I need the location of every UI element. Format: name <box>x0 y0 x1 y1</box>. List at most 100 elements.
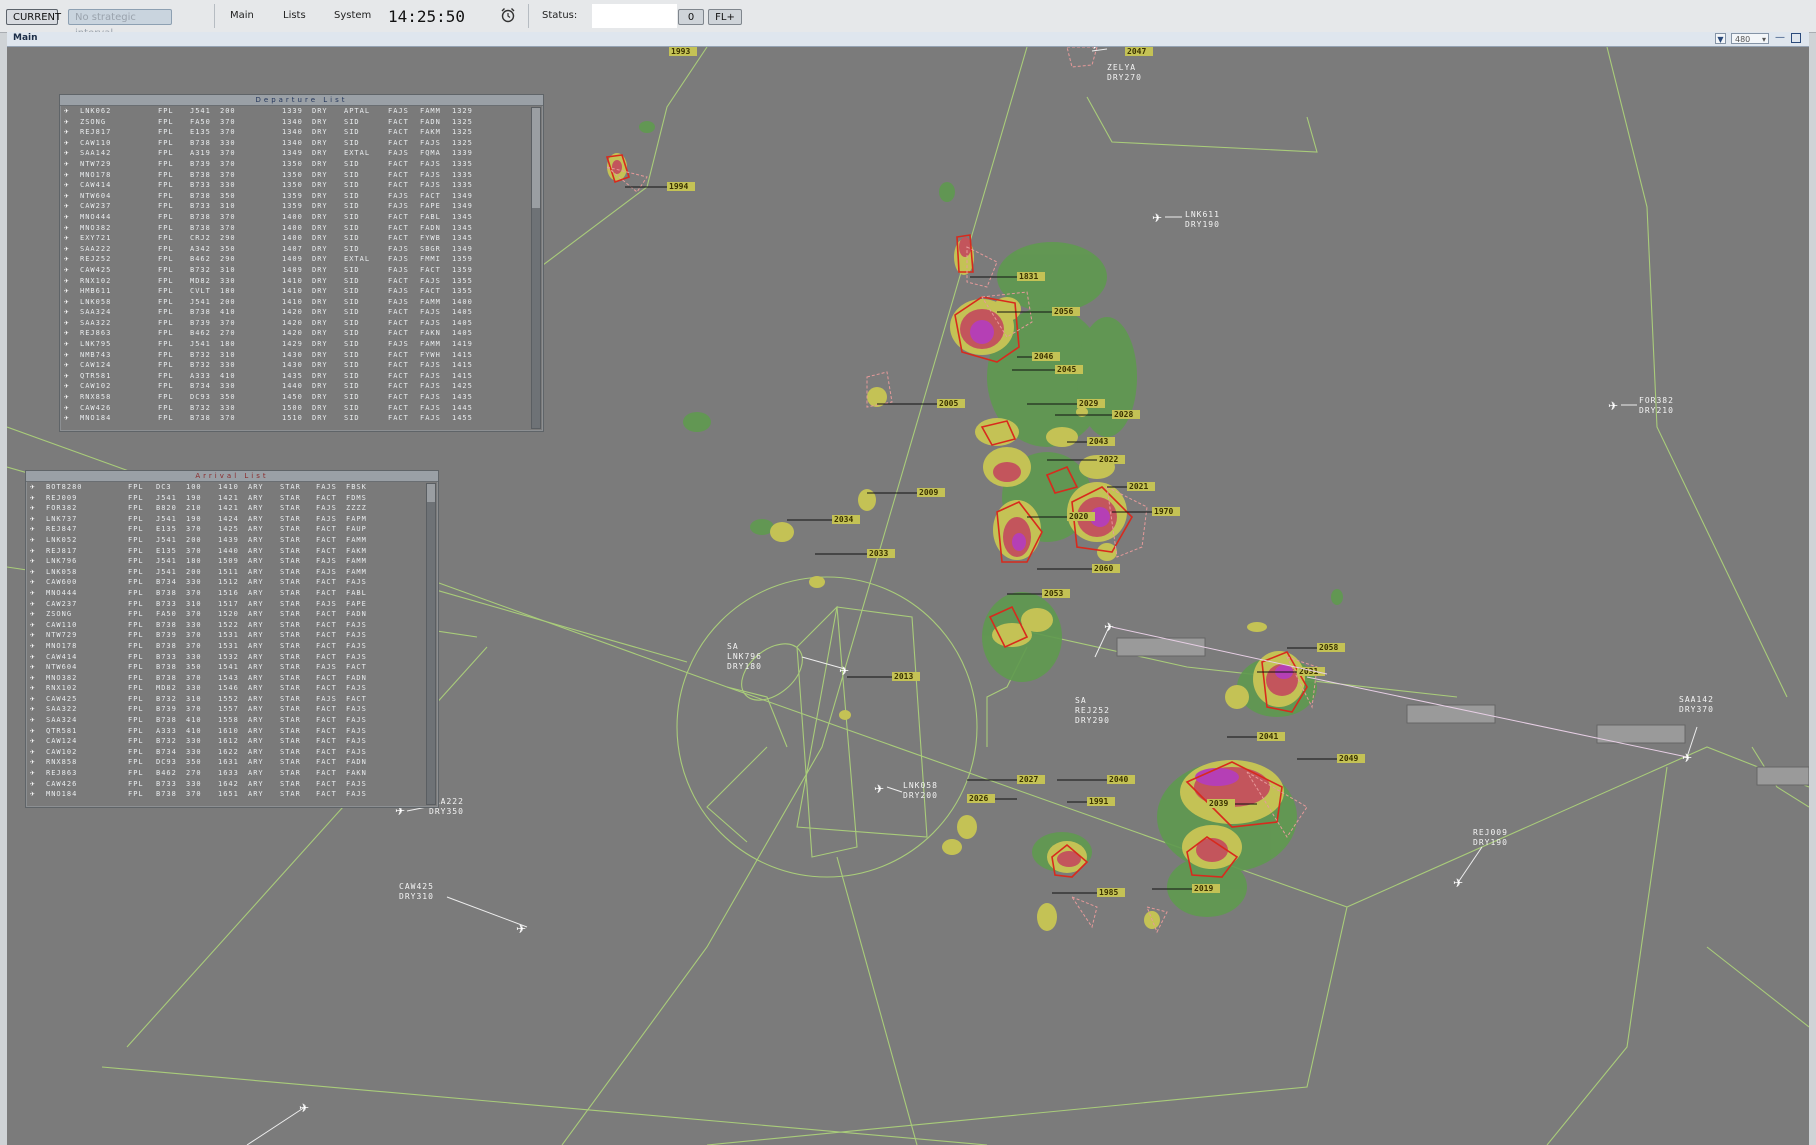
list-row[interactable]: ✈ HMB611 FPL CVLT 180 1410 DRY SID FAJS FACT 1355 <box>60 286 543 297</box>
list-row[interactable]: ✈ REJ863 FPL B462 270 1633 ARY STAR FACT FAKN <box>26 768 438 779</box>
list-row[interactable]: ✈ CAW414 FPL B733 330 1350 DRY SID FACT FAJS 1335 <box>60 180 543 191</box>
list-row[interactable]: ✈ CAW110 FPL B738 330 1522 ARY STAR FACT FAJS <box>26 620 438 631</box>
list-row[interactable]: ✈ REJ009 FPL J541 190 1421 ARY STAR FACT FDMS <box>26 493 438 504</box>
arrival-list-scrollbar[interactable] <box>426 483 436 805</box>
list-row[interactable]: ✈ CAW426 FPL B733 330 1642 ARY STAR FACT FAJS <box>26 779 438 790</box>
list-row[interactable]: ✈ MNO184 FPL B738 370 1651 ARY STAR FACT FAJS <box>26 789 438 800</box>
menu-lists[interactable]: Lists <box>283 10 306 21</box>
list-cell: FPL <box>158 318 174 327</box>
list-row[interactable]: ✈ SAA324 FPL B738 410 1558 ARY STAR FACT FAJS <box>26 715 438 726</box>
list-row[interactable]: ✈ QTR581 FPL A333 410 1610 ARY STAR FACT FAJS <box>26 726 438 737</box>
list-cell: REJ009 <box>46 493 78 502</box>
list-cell: ARY <box>248 483 264 491</box>
menu-system[interactable]: System <box>334 10 371 21</box>
list-row[interactable]: ✈ CAW425 FPL B732 310 1552 ARY STAR FAJS FACT <box>26 694 438 705</box>
current-button[interactable]: CURRENT <box>6 9 61 25</box>
main-window-titlebar[interactable]: Main ▼ 480 ▾ — <box>7 32 1809 47</box>
counter-button[interactable]: 0 <box>678 9 704 25</box>
list-row[interactable]: ✈ RNX858 FPL DC93 350 1450 DRY SID FACT FAJS 1435 <box>60 392 543 403</box>
list-cell: B738 <box>190 414 211 423</box>
list-row[interactable]: ✈ CAW426 FPL B732 330 1500 DRY SID FACT FAJS 1445 <box>60 403 543 414</box>
list-row[interactable]: ✈ MNO184 FPL B738 370 1510 DRY SID FACT FAJS 1455 <box>60 413 543 424</box>
list-row[interactable]: ✈ SAA322 FPL B739 370 1557 ARY STAR FACT FAJS <box>26 704 438 715</box>
list-cell: CAW600 <box>46 578 78 587</box>
list-row[interactable]: ✈ SAA322 FPL B739 370 1420 DRY SID FACT FAJS 1405 <box>60 318 543 329</box>
list-row[interactable]: ✈ MNO178 FPL B738 370 1350 DRY SID FACT FAJS 1335 <box>60 170 543 181</box>
departure-list-scrollbar[interactable] <box>531 107 541 429</box>
list-row[interactable]: ✈ CAW600 FPL B734 330 1512 ARY STAR FACT FAJS <box>26 577 438 588</box>
list-row[interactable]: ✈ CAW102 FPL B734 330 1622 ARY STAR FACT FAJS <box>26 747 438 758</box>
list-row[interactable]: ✈ LNK737 FPL J541 190 1424 ARY STAR FAJS FAPM <box>26 514 438 525</box>
scrollbar-thumb[interactable] <box>427 484 435 502</box>
list-row[interactable]: ✈ CAW237 FPL B733 310 1517 ARY STAR FAJS FAPE <box>26 599 438 610</box>
list-row[interactable]: ✈ LNK058 FPL J541 200 1511 ARY STAR FAJS FAMM <box>26 567 438 578</box>
list-row[interactable]: ✈ REJ252 FPL B462 290 1409 DRY EXTAL FAJS FMMI 135… <box>60 254 543 265</box>
list-row[interactable]: ✈ MNO444 FPL B738 370 1400 DRY SID FACT FABL 1345 <box>60 212 543 223</box>
list-row[interactable]: ✈ EXY721 FPL CRJ2 290 1400 DRY SID FACT FYWB 1345 <box>60 233 543 244</box>
list-row[interactable]: ✈ ZSONG FPL FA50 370 1520 ARY STAR FACT FADN <box>26 609 438 620</box>
list-row[interactable]: ✈ NTW604 FPL B738 350 1359 DRY SID FAJS FACT 1349 <box>60 191 543 202</box>
list-row[interactable]: ✈ NTW729 FPL B739 370 1350 DRY SID FACT FAJS 1335 <box>60 159 543 170</box>
svg-text:2049: 2049 <box>1339 754 1358 763</box>
list-row[interactable]: ✈ LNK052 FPL J541 200 1439 ARY STAR FACT FAMM <box>26 535 438 546</box>
arrival-list-panel[interactable]: Arrival List ✈ BOT8280 FPL DC3 100 1410 ARY STA… <box>25 470 439 808</box>
list-row[interactable]: ✈ MNO178 FPL B738 370 1531 ARY STAR FACT FAJS <box>26 641 438 652</box>
list-row[interactable]: ✈ CAW110 FPL B738 330 1340 DRY SID FACT FAJS 1325 <box>60 138 543 149</box>
list-row[interactable]: ✈ NTW729 FPL B739 370 1531 ARY STAR FACT FAJS <box>26 630 438 641</box>
list-row[interactable]: ✈ CAW124 FPL B732 330 1612 ARY STAR FACT FAJS <box>26 736 438 747</box>
list-cell: FACT <box>388 403 409 412</box>
filter-icon[interactable]: ▼ <box>1715 33 1726 44</box>
departure-list-panel[interactable]: Departure List ✈ LNK062 FPL J541 200 1339 DRY A… <box>59 94 544 432</box>
list-row[interactable]: ✈ QTR581 FPL A333 410 1435 DRY SID FACT FAJS 1415 <box>60 371 543 382</box>
scrollbar-thumb[interactable] <box>532 108 540 208</box>
svg-text:CAW425: CAW425 <box>399 882 434 891</box>
list-row[interactable]: ✈ REJ847 FPL E135 370 1425 ARY STAR FACT FAUP <box>26 524 438 535</box>
list-row[interactable]: ✈ MNO382 FPL B738 370 1400 DRY SID FACT FADN 1345 <box>60 223 543 234</box>
list-cell: 1405 <box>452 318 473 327</box>
list-row[interactable]: ✈ CAW124 FPL B732 330 1430 DRY SID FACT FAJS 1415 <box>60 360 543 371</box>
list-row[interactable]: ✈ NTW604 FPL B738 350 1541 ARY STAR FAJS FACT <box>26 662 438 673</box>
list-row[interactable]: ✈ SAA222 FPL A342 350 1407 DRY SID FAJS SBGR 1349 <box>60 244 543 255</box>
minimize-icon[interactable]: — <box>1775 32 1785 43</box>
list-cell: B738 <box>190 308 211 317</box>
list-row[interactable]: ✈ NMB743 FPL B732 310 1430 DRY SID FACT FYWH 1415 <box>60 350 543 361</box>
weather-cell-label: 2034 <box>832 515 860 524</box>
flight-level-filter-button[interactable]: FL+ <box>708 9 742 25</box>
toolbar-divider <box>528 4 529 28</box>
list-cell: FAJS <box>346 790 367 799</box>
list-row[interactable]: ✈ MNO444 FPL B738 370 1516 ARY STAR FACT FABL <box>26 588 438 599</box>
list-row[interactable]: ✈ REJ817 FPL E135 370 1440 ARY STAR FACT FAKM <box>26 546 438 557</box>
restore-icon[interactable] <box>1791 33 1801 43</box>
alarm-clock-icon[interactable] <box>500 7 516 23</box>
list-row[interactable]: ✈ CAW425 FPL B732 310 1409 DRY SID FAJS FACT 1359 <box>60 265 543 276</box>
list-row[interactable]: ✈ REJ863 FPL B462 270 1420 DRY SID FACT FAKN 1405 <box>60 328 543 339</box>
list-row[interactable]: ✈ LNK796 FPL J541 180 1509 ARY STAR FAJS FAMM <box>26 556 438 567</box>
list-row[interactable]: ✈ ZSONG FPL FA50 370 1340 DRY SID FACT FADN 1325 <box>60 117 543 128</box>
list-row[interactable]: ✈ RNX102 FPL MD82 330 1546 ARY STAR FACT FAJS <box>26 683 438 694</box>
list-row[interactable]: ✈ LNK062 FPL J541 200 1339 DRY APTAL FAJS FAMM 132… <box>60 106 543 117</box>
list-cell: B738 <box>156 716 177 725</box>
list-cell: 1557 <box>218 705 239 714</box>
list-row[interactable]: ✈ LNK795 FPL J541 180 1429 DRY SID FAJS FAMM 1419 <box>60 339 543 350</box>
list-row[interactable]: ✈ RNX102 FPL MD82 330 1410 DRY SID FACT FAJS 1355 <box>60 276 543 287</box>
range-select[interactable]: 480 ▾ <box>1731 33 1769 44</box>
svg-text:LNK611: LNK611 <box>1185 210 1220 219</box>
list-row[interactable]: ✈ MNO382 FPL B738 370 1543 ARY STAR FACT FADN <box>26 673 438 684</box>
list-row[interactable]: ✈ CAW237 FPL B733 310 1359 DRY SID FAJS FAPE 1349 <box>60 201 543 212</box>
list-row[interactable]: ✈ SAA142 FPL A319 370 1349 DRY EXTAL FAJS FQMA 133… <box>60 148 543 159</box>
aircraft-track[interactable]: ✈ FOR382 DRY210 <box>1608 396 1674 415</box>
radar-display[interactable]: 1993 2047 1994 1831 2056 2046 2045 2005 … <box>7 47 1809 1145</box>
weather-cell-label: 2022 <box>1097 455 1125 464</box>
list-row[interactable]: ✈ CAW414 FPL B733 330 1532 ARY STAR FACT FAJS <box>26 652 438 663</box>
list-row[interactable]: ✈ REJ817 FPL E135 370 1340 DRY SID FACT FAKM 1325 <box>60 127 543 138</box>
list-row[interactable]: ✈ FOR382 FPL B820 210 1421 ARY STAR FAJS ZZZZ <box>26 503 438 514</box>
list-row[interactable]: ✈ RNX858 FPL DC93 350 1631 ARY STAR FACT FADN <box>26 757 438 768</box>
list-cell: FAJS <box>316 504 337 513</box>
list-row[interactable]: ✈ CAW102 FPL B734 330 1440 DRY SID FACT FAJS 1425 <box>60 381 543 392</box>
list-row[interactable]: ✈ LNK058 FPL J541 200 1410 DRY SID FAJS FAMM 1400 <box>60 297 543 308</box>
list-row[interactable]: ✈ BOT8280 FPL DC3 100 1410 ARY STAR FAJS FBSK <box>26 482 438 493</box>
menu-main[interactable]: Main <box>230 10 254 21</box>
list-row[interactable]: ✈ SAA324 FPL B738 410 1420 DRY SID FACT FAJS 1405 <box>60 307 543 318</box>
svg-text:2058: 2058 <box>1319 643 1338 652</box>
strategic-interval-button[interactable]: No strategic interval <box>68 9 172 39</box>
